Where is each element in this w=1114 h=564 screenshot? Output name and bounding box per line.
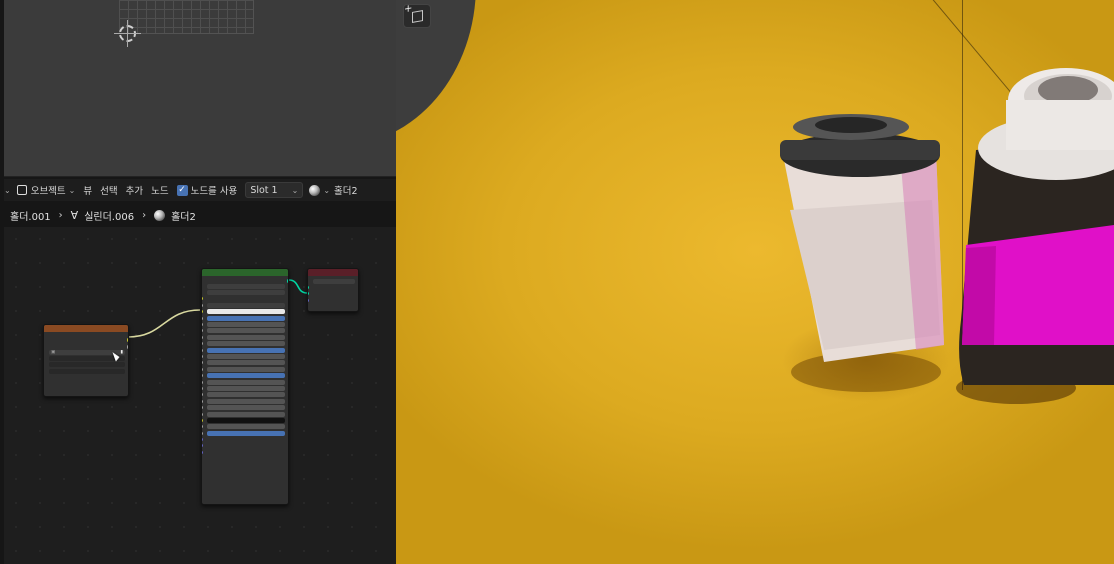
left-editors: ⌄ 오브젝트 ⌄ 뷰 선택 추가 노드 ✓ 노드를 사용 Slot 1 ⌄ ⌄ … (0, 0, 396, 564)
menu-select[interactable]: 선택 (100, 183, 117, 197)
node-header-output[interactable] (308, 269, 358, 276)
menu-view[interactable]: 뷰 (83, 183, 92, 197)
node-header-texture[interactable] (44, 325, 128, 332)
object-mode-dropdown[interactable]: 오브젝트 ⌄ (16, 183, 76, 197)
breadcrumb-object[interactable]: 홀더.001 (10, 208, 51, 223)
viewport-grid (119, 0, 254, 34)
slot-dropdown[interactable]: Slot 1 ⌄ (245, 182, 304, 198)
principled-bsdf-node[interactable] (201, 268, 289, 505)
menu-add[interactable]: 추가 (126, 183, 143, 197)
chevron-down-icon: ⌄ (323, 185, 331, 195)
node-header-bsdf[interactable] (202, 269, 288, 276)
link-color-to-basecolor (127, 309, 201, 338)
cup-shadow (791, 352, 941, 392)
mesh-icon: ∀ (70, 208, 79, 222)
render-viewport[interactable] (396, 0, 1114, 564)
sphere-material-icon (154, 209, 166, 221)
image-texture-node[interactable]: ▣ ▮ (43, 324, 129, 397)
breadcrumb-mesh[interactable]: 실린더.006 (84, 208, 134, 223)
link-bsdf-to-output (288, 279, 308, 294)
breadcrumb-separator-icon: › (142, 209, 147, 221)
object-mode-label: 오브젝트 (30, 186, 66, 197)
use-nodes-label: 노드를 사용 (190, 186, 238, 197)
right-cup (959, 68, 1114, 385)
node-editor-header: ⌄ 오브젝트 ⌄ 뷰 선택 추가 노드 ✓ 노드를 사용 Slot 1 ⌄ ⌄ … (4, 179, 396, 201)
coffee-cups-render (780, 68, 1114, 404)
chevron-down-icon: ⌄ (68, 185, 76, 195)
left-cup (780, 114, 944, 362)
slot-label: Slot 1 (250, 184, 278, 196)
chevron-down-icon[interactable]: ⌄ (4, 186, 11, 195)
color-output-socket[interactable] (126, 338, 128, 342)
breadcrumb: 홀더.001 › ∀ 실린더.006 › 홀더2 (4, 205, 396, 225)
checkbox-checked-icon[interactable]: ✓ (176, 184, 188, 196)
breadcrumb-material[interactable]: 홀더2 (171, 208, 196, 223)
material-browse[interactable]: ⌄ (309, 184, 331, 196)
material-output-node[interactable] (307, 268, 359, 312)
use-nodes-toggle[interactable]: ✓ 노드를 사용 (176, 183, 238, 197)
add-cube-button[interactable] (403, 4, 431, 28)
bsdf-output-socket[interactable] (286, 279, 288, 283)
object-icon (16, 185, 27, 195)
3d-cursor-icon[interactable] (114, 20, 141, 47)
node-canvas[interactable]: ▣ ▮ (4, 227, 396, 564)
chevron-down-icon: ⌄ (291, 185, 299, 195)
menu-node[interactable]: 노드 (151, 183, 168, 197)
breadcrumb-separator-icon: › (58, 209, 63, 221)
top-viewport[interactable] (4, 0, 396, 177)
add-cube-icon (411, 9, 423, 23)
alpha-output-socket[interactable] (126, 345, 128, 349)
material-name-field[interactable]: 홀더2 (334, 183, 358, 197)
sphere-material-icon (309, 184, 321, 196)
